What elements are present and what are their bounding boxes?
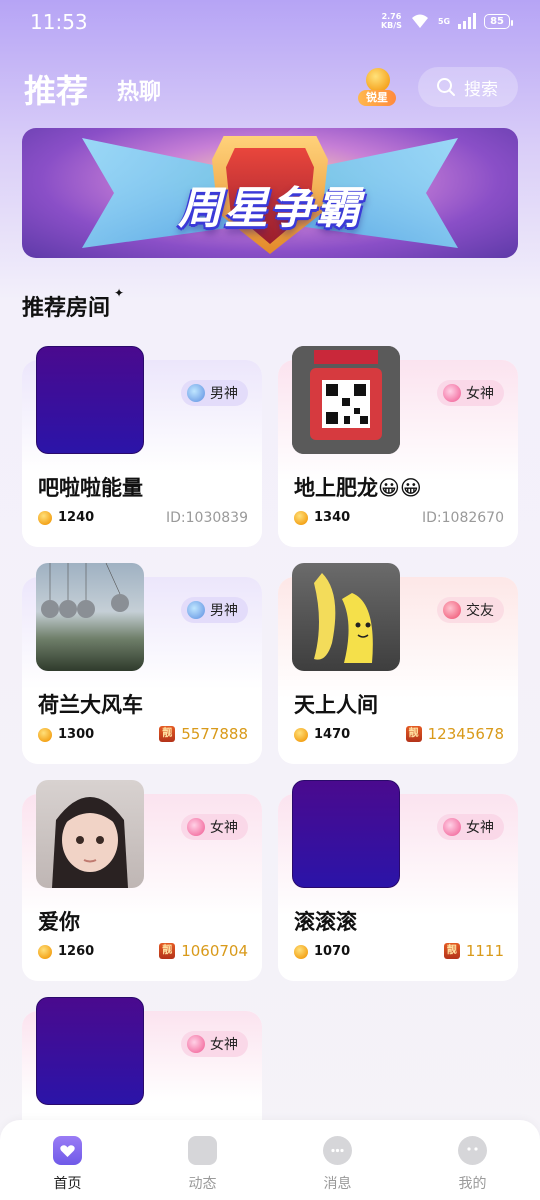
room-heat: 1470 xyxy=(294,727,350,742)
room-heat: 1340 xyxy=(294,510,350,525)
tab-moments[interactable]: 动态 xyxy=(135,1120,270,1200)
room-card[interactable]: 女神 地上肥龙😀😀 1340 ID:1082670 xyxy=(278,346,518,547)
signal-icon xyxy=(458,13,477,29)
tab-me[interactable]: 我的 xyxy=(405,1120,540,1200)
signal-5g-label: 5G xyxy=(437,16,451,26)
star-badge-label: 锐星 xyxy=(358,90,396,106)
room-name: 爱你 xyxy=(38,910,80,934)
coin-icon xyxy=(294,727,308,742)
chat-icon xyxy=(323,1136,352,1165)
room-card[interactable]: 女神 滚滚滚 1070 靓 1111 xyxy=(278,780,518,981)
room-tag-badge: 女神 xyxy=(181,1031,248,1057)
tab-messages-label: 消息 xyxy=(323,1176,352,1192)
pretty-id: 靓 12345678 xyxy=(405,725,504,743)
trophy-icon xyxy=(366,68,390,92)
room-name: 吧啦啦能量 xyxy=(38,476,143,500)
room-thumbnail xyxy=(36,563,144,671)
room-heat: 1240 xyxy=(38,510,94,525)
tab-home[interactable]: 首页 xyxy=(0,1120,135,1200)
tab-home-label: 首页 xyxy=(53,1176,82,1192)
search-icon xyxy=(437,78,455,96)
home-icon xyxy=(53,1136,82,1165)
coin-icon xyxy=(38,510,52,525)
room-card[interactable]: 男神 荷兰大风车 1300 靓 5577888 xyxy=(22,563,262,764)
room-heat: 1070 xyxy=(294,944,350,959)
search-label: 搜索 xyxy=(464,79,498,100)
tab-me-label: 我的 xyxy=(458,1176,487,1192)
status-icons: 2.76 KB/S 5G 85 xyxy=(380,12,513,30)
room-card[interactable]: 交友 天上人间 1470 靓 12345678 xyxy=(278,563,518,764)
coin-icon xyxy=(38,944,52,959)
room-id: ID:1030839 xyxy=(166,510,248,526)
room-thumbnail xyxy=(36,780,144,888)
room-thumbnail xyxy=(36,997,144,1105)
room-tag-badge: 男神 xyxy=(181,380,248,406)
heart-tag-icon xyxy=(443,384,461,402)
tab-recommend[interactable]: 推荐 xyxy=(24,66,88,112)
sparkle-icon: ✦ xyxy=(114,286,125,300)
pretty-id: 靓 1060704 xyxy=(159,942,248,960)
coin-icon xyxy=(294,510,308,525)
coin-icon xyxy=(294,944,308,959)
pretty-id-icon: 靓 xyxy=(405,726,422,742)
tab-moments-label: 动态 xyxy=(188,1176,217,1192)
heart-tag-icon xyxy=(187,818,205,836)
pretty-id-icon: 靓 xyxy=(159,943,176,959)
pretty-id: 靓 1111 xyxy=(443,942,504,960)
tab-messages[interactable]: 消息 xyxy=(270,1120,405,1200)
room-tag-badge: 女神 xyxy=(437,380,504,406)
banner-title: 周星争霸 xyxy=(178,183,362,234)
room-heat: 1300 xyxy=(38,727,94,742)
net-speed: 2.76 KB/S xyxy=(380,12,402,30)
room-name: 天上人间 xyxy=(294,693,378,717)
banana-toy-image xyxy=(314,573,373,663)
tab-hot-chat[interactable]: 热聊 xyxy=(117,74,161,106)
section-title: 推荐房间 xyxy=(22,296,111,321)
friends-tag-icon xyxy=(443,601,461,619)
room-card[interactable]: 男神 吧啦啦能量 1240 ID:1030839 xyxy=(22,346,262,547)
child-portrait-image xyxy=(52,797,128,888)
pendulum-image xyxy=(41,563,129,618)
male-tag-icon xyxy=(187,384,205,402)
room-tag-badge: 女神 xyxy=(181,814,248,840)
search-button[interactable]: 搜索 xyxy=(418,67,518,107)
room-id: ID:1082670 xyxy=(422,510,504,526)
battery-icon: 85 xyxy=(484,13,513,29)
star-badge-button[interactable]: 锐星 xyxy=(358,68,396,108)
compass-icon xyxy=(188,1136,217,1165)
status-time: 11:53 xyxy=(30,10,88,34)
heart-tag-icon xyxy=(187,1035,205,1053)
top-header: 推荐 热聊 锐星 搜索 xyxy=(0,60,540,120)
room-thumbnail xyxy=(292,780,400,888)
profile-icon xyxy=(458,1136,487,1165)
room-thumbnail xyxy=(36,346,144,454)
room-tag-badge: 女神 xyxy=(437,814,504,840)
pretty-id-icon: 靓 xyxy=(443,943,460,959)
pretty-id: 靓 5577888 xyxy=(159,725,248,743)
bottom-tab-bar: 首页 动态 消息 我的 xyxy=(0,1120,540,1200)
room-name: 荷兰大风车 xyxy=(38,693,143,717)
room-card[interactable]: 女神 爱你 1260 靓 1060704 xyxy=(22,780,262,981)
room-tag-badge: 男神 xyxy=(181,597,248,623)
event-banner[interactable]: 周星争霸 xyxy=(22,128,518,258)
room-heat: 1260 xyxy=(38,944,94,959)
room-thumbnail xyxy=(292,563,400,671)
heart-tag-icon xyxy=(443,818,461,836)
room-tag-badge: 交友 xyxy=(437,597,504,623)
room-name: 地上肥龙😀😀 xyxy=(294,476,422,500)
status-bar: 11:53 2.76 KB/S 5G 85 xyxy=(0,0,540,44)
male-tag-icon xyxy=(187,601,205,619)
qr-poster-image xyxy=(292,346,400,454)
room-name: 滚滚滚 xyxy=(294,910,357,934)
wifi-icon xyxy=(411,14,428,28)
pretty-id-icon: 靓 xyxy=(159,726,176,742)
coin-icon xyxy=(38,727,52,742)
room-thumbnail xyxy=(292,346,400,454)
